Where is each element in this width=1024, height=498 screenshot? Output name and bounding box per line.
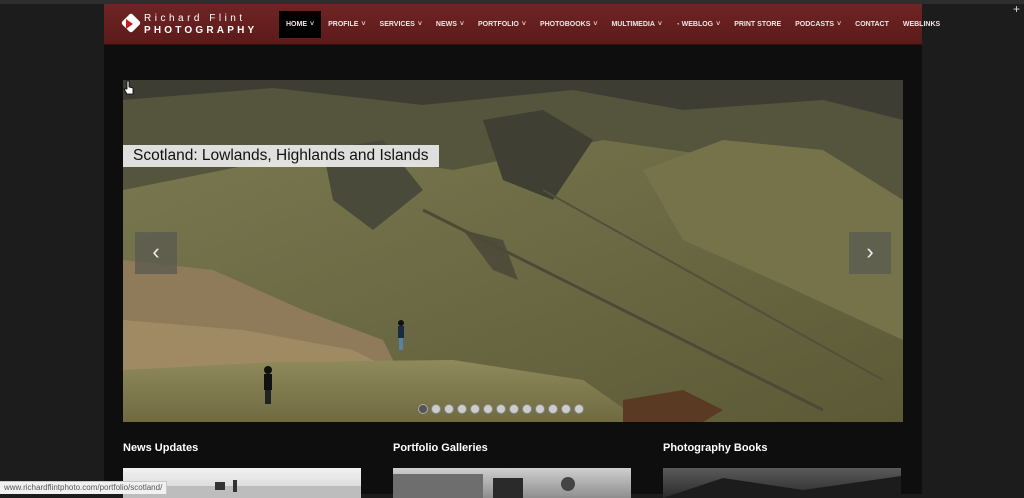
slider-dot[interactable] [431, 404, 441, 414]
nav-item-home[interactable]: HOME ˅ [279, 11, 322, 38]
nav-item-label: CONTACT [855, 21, 889, 28]
chevron-down-icon: ˅ [361, 21, 366, 28]
main-navbar: Richard Flint PHOTOGRAPHY HOME ˅ PROFILE ˅ S… [104, 4, 940, 45]
slider-dot[interactable] [535, 404, 545, 414]
nav-item-weblog[interactable]: ◔ WEBLOG ˅ [669, 11, 727, 38]
nav-item-label: MULTIMEDIA [611, 21, 655, 28]
slider-dot[interactable] [483, 404, 493, 414]
nav-item-services[interactable]: SERVICES ˅ [373, 11, 429, 38]
nav-item-contact[interactable]: CONTACT [848, 11, 896, 38]
slider-dot[interactable] [496, 404, 506, 414]
slider-next-button[interactable]: › [849, 232, 891, 274]
chevron-down-icon: ˅ [657, 21, 662, 28]
chevron-down-icon: ˅ [837, 21, 842, 28]
chevron-down-icon: ˅ [716, 21, 721, 28]
nav-item-label: PODCASTS [795, 21, 835, 28]
slide-caption: Scotland: Lowlands, Highlands and Island… [123, 145, 439, 167]
nav-item-podcasts[interactable]: PODCASTS ˅ [788, 11, 848, 38]
slide-image [123, 80, 903, 422]
rss-icon: ◔ [675, 22, 680, 28]
slider-dot[interactable] [509, 404, 519, 414]
section-title-news: News Updates [123, 442, 199, 454]
nav-item-photobooks[interactable]: PHOTOBOOKS ˅ [533, 11, 605, 38]
nav-item-label: WEBLINKS [902, 21, 941, 28]
nav-menu: HOME ˅ PROFILE ˅ SERVICES ˅ NEWS ˅ PORTFOLIO ˅ PHO… [279, 11, 947, 38]
slider-dot[interactable] [444, 404, 454, 414]
page-container: Richard Flint PHOTOGRAPHY HOME ˅ PROFILE ˅ S… [104, 4, 940, 498]
hero-slider[interactable]: Scotland: Lowlands, Highlands and Island… [123, 80, 903, 422]
site-logo[interactable]: Richard Flint PHOTOGRAPHY [120, 12, 272, 38]
nav-item-label: PROFILE [328, 21, 359, 28]
hand-cursor-icon [123, 80, 134, 95]
nav-item-label: PORTFOLIO [478, 21, 519, 28]
slider-dot[interactable] [457, 404, 467, 414]
slider-dot[interactable] [548, 404, 558, 414]
chevron-right-icon: › [866, 239, 874, 264]
nav-item-weblinks[interactable]: WEBLINKS [896, 11, 947, 38]
chevron-down-icon: ˅ [417, 21, 422, 28]
chevron-down-icon: ˅ [593, 21, 598, 28]
nav-item-profile[interactable]: PROFILE ˅ [321, 11, 372, 38]
slider-dot[interactable] [470, 404, 480, 414]
logo-tagline: PHOTOGRAPHY [144, 25, 258, 36]
slider-prev-button[interactable]: ‹ [135, 232, 177, 274]
slider-dot[interactable] [522, 404, 532, 414]
nav-item-news[interactable]: NEWS ˅ [429, 11, 471, 38]
section-title-portfolio: Portfolio Galleries [393, 442, 488, 454]
logo-arrow-icon [126, 19, 133, 29]
logo-name: Richard Flint [144, 13, 246, 24]
nav-item-label: PHOTOBOOKS [539, 21, 591, 28]
chevron-down-icon: ˅ [310, 21, 315, 28]
nav-item-multimedia[interactable]: MULTIMEDIA ˅ [604, 11, 669, 38]
nav-item-label: SERVICES [379, 21, 415, 28]
nav-item-label: NEWS [435, 21, 457, 28]
nav-item-label: WEBLOG [681, 21, 714, 28]
slider-dot[interactable] [418, 404, 428, 414]
nav-item-label: PRINT STORE [734, 21, 782, 28]
plus-icon[interactable]: + [1013, 3, 1020, 15]
nav-item-label: HOME [286, 21, 307, 28]
nav-item-portfolio[interactable]: PORTFOLIO ˅ [471, 11, 533, 38]
chevron-left-icon: ‹ [152, 239, 160, 264]
slider-pagination [418, 404, 587, 414]
nav-item-print-store[interactable]: PRINT STORE [727, 11, 788, 38]
section-title-books: Photography Books [663, 442, 768, 454]
slider-dot[interactable] [561, 404, 571, 414]
chevron-down-icon: ˅ [459, 21, 464, 28]
chevron-down-icon: ˅ [521, 21, 526, 28]
slider-dot[interactable] [574, 404, 584, 414]
browser-status-url: www.richardflintphoto.com/portfolio/scot… [0, 481, 168, 494]
